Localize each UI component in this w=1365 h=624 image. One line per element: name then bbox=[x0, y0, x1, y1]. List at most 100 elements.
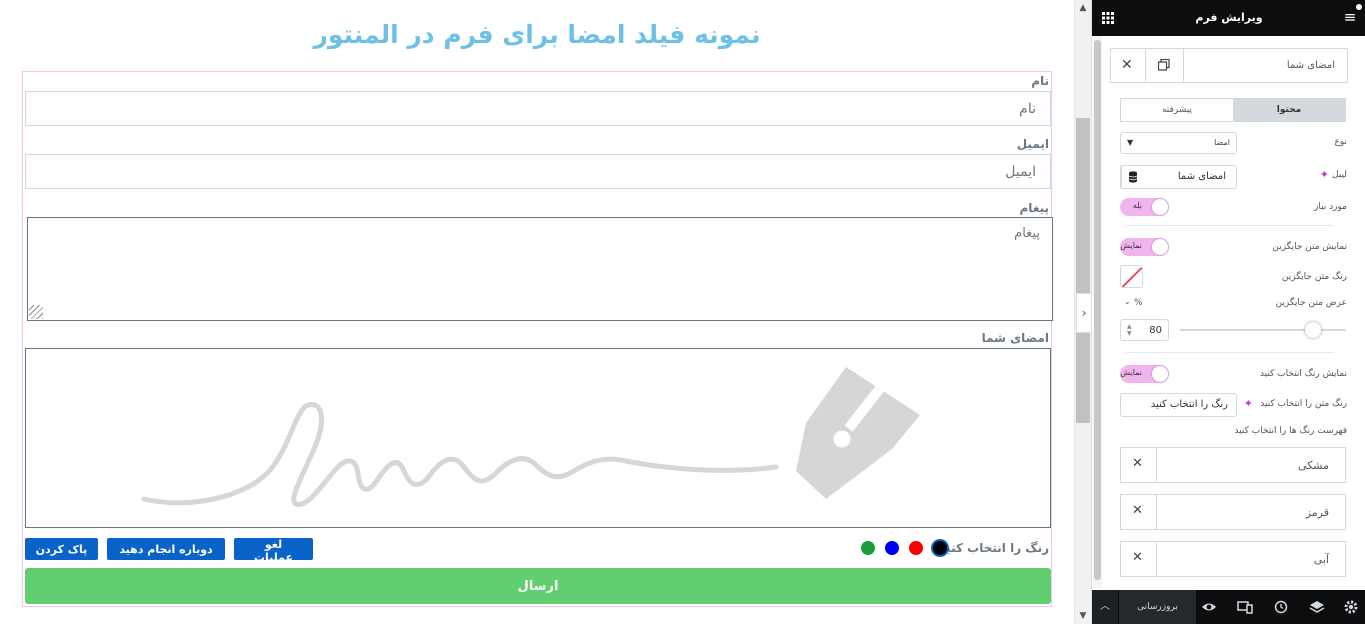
divider bbox=[1183, 49, 1184, 82]
name-label: نام bbox=[1031, 74, 1049, 88]
color-dot-green[interactable] bbox=[861, 541, 875, 555]
toggle-knob bbox=[1152, 199, 1168, 215]
show-color-picker-toggle[interactable]: نمایش bbox=[1120, 365, 1169, 383]
ai-sparkle-icon[interactable]: ✦ bbox=[1320, 168, 1329, 181]
ai-sparkle-icon[interactable]: ✦ bbox=[1244, 397, 1253, 410]
unit-chevron-down-icon[interactable]: ⌄ bbox=[1124, 297, 1131, 306]
scroll-up-icon[interactable]: ▲ bbox=[1075, 0, 1091, 16]
signature-controls: رنگ را انتخاب کنید لغو عملیات دوباره انج… bbox=[25, 538, 1049, 564]
required-toggle-text: بله bbox=[1132, 201, 1142, 210]
signature-label: امضای شما bbox=[981, 331, 1049, 345]
show-placeholder-label: نمایش متن جایگزین bbox=[1272, 242, 1347, 252]
editor-panel: ≡ ویرایش فرم امضای شما ✕ محتوا پیشرفته ن… bbox=[1091, 0, 1365, 624]
choose-color-text-label: رنگ متن را انتخاب کنید bbox=[1260, 399, 1347, 409]
panel-footer: ︿ بروزرسانی bbox=[1092, 590, 1365, 624]
email-label: ایمیل bbox=[1016, 137, 1049, 151]
form-widget[interactable]: نام ایمیل پیغام امضای شما bbox=[22, 71, 1053, 607]
name-input[interactable] bbox=[25, 91, 1051, 126]
divider bbox=[1145, 49, 1146, 82]
navigator-layers-icon[interactable] bbox=[1308, 598, 1326, 616]
remove-color-close-icon[interactable]: ✕ bbox=[1132, 550, 1143, 565]
remove-item-close-icon[interactable]: ✕ bbox=[1121, 57, 1133, 73]
signature-placeholder-icon bbox=[141, 367, 920, 507]
responsive-mode-icon[interactable] bbox=[1236, 598, 1254, 616]
required-toggle[interactable]: بله bbox=[1120, 198, 1169, 216]
no-color-slash-icon bbox=[1121, 267, 1142, 287]
repeater-item-header[interactable]: امضای شما ✕ bbox=[1110, 48, 1348, 83]
choose-color-label: رنگ را انتخاب کنید bbox=[939, 541, 1049, 555]
email-input[interactable] bbox=[25, 154, 1051, 189]
message-label: پیغام bbox=[1019, 201, 1049, 215]
remove-color-close-icon[interactable]: ✕ bbox=[1132, 456, 1143, 471]
field-label-value: امضای شما bbox=[1177, 171, 1226, 182]
panel-title: ویرایش فرم bbox=[1195, 11, 1263, 24]
panel-tabs: محتوا پیشرفته bbox=[1120, 98, 1346, 122]
resize-grip-icon[interactable] bbox=[29, 305, 43, 319]
tab-advanced[interactable]: پیشرفته bbox=[1121, 99, 1233, 121]
color-dot-black[interactable] bbox=[931, 539, 949, 557]
show-placeholder-toggle[interactable]: نمایش bbox=[1120, 238, 1169, 256]
placeholder-color-swatch[interactable] bbox=[1120, 265, 1143, 288]
width-number-value: 80 bbox=[1149, 325, 1162, 336]
placeholder-width-label: عرض متن جایگزین bbox=[1275, 298, 1347, 308]
divider bbox=[1126, 352, 1334, 353]
color-dot-blue[interactable] bbox=[885, 541, 899, 555]
color-item-name: مشکی bbox=[1298, 459, 1329, 472]
scroll-down-icon[interactable]: ▼ bbox=[1075, 608, 1091, 624]
width-slider-track[interactable] bbox=[1180, 329, 1346, 331]
page-title: نمونه فیلد امضا برای فرم در المنتور bbox=[313, 20, 761, 49]
widgets-grid-icon[interactable] bbox=[1102, 12, 1114, 24]
width-slider-handle[interactable] bbox=[1304, 322, 1321, 338]
undo-button[interactable]: لغو عملیات bbox=[234, 538, 313, 564]
color-list-item[interactable]: آبی ✕ bbox=[1120, 541, 1346, 577]
panel-scrollbar-thumb[interactable] bbox=[1094, 40, 1101, 580]
toggle-knob bbox=[1152, 366, 1168, 382]
divider bbox=[1156, 448, 1157, 482]
duplicate-icon[interactable] bbox=[1158, 59, 1170, 71]
divider bbox=[1126, 225, 1334, 226]
show-color-picker-toggle-text: نمایش bbox=[1120, 368, 1142, 377]
history-icon[interactable] bbox=[1272, 598, 1290, 616]
chevron-up-icon[interactable]: ︿ bbox=[1092, 590, 1118, 624]
type-label: نوع bbox=[1334, 137, 1347, 147]
remove-color-close-icon[interactable]: ✕ bbox=[1132, 503, 1143, 518]
color-item-name: آبی bbox=[1313, 553, 1329, 566]
color-list-item[interactable]: قرمز ✕ bbox=[1120, 494, 1346, 530]
choose-color-text-value: رنگ را انتخاب کنید bbox=[1150, 399, 1228, 410]
type-select[interactable]: امضا ▼ bbox=[1120, 132, 1237, 154]
required-label: مورد نیاز bbox=[1314, 202, 1347, 212]
tab-content[interactable]: محتوا bbox=[1233, 99, 1345, 121]
show-placeholder-toggle-text: نمایش bbox=[1120, 241, 1142, 250]
collapse-panel-chevron-icon[interactable]: › bbox=[1076, 293, 1091, 333]
submit-button[interactable]: ارسال bbox=[25, 568, 1051, 604]
editor-root: نمونه فیلد امضا برای فرم در المنتور نام … bbox=[0, 0, 1365, 624]
color-list-label: فهرست رنگ ها را انتخاب کنید bbox=[1234, 426, 1347, 436]
type-select-value: امضا bbox=[1214, 138, 1230, 147]
message-textarea[interactable] bbox=[27, 217, 1053, 321]
settings-gear-icon[interactable] bbox=[1342, 598, 1360, 616]
toggle-knob bbox=[1152, 239, 1168, 255]
update-button[interactable]: بروزرسانی bbox=[1119, 590, 1196, 624]
color-item-name: قرمز bbox=[1305, 506, 1329, 519]
scrollbar-thumb[interactable] bbox=[1076, 118, 1090, 423]
color-list-item[interactable]: مشکی ✕ bbox=[1120, 447, 1346, 483]
repeater-item-title: امضای شما bbox=[1286, 60, 1335, 71]
signature-pad[interactable] bbox=[25, 348, 1051, 528]
field-label-input[interactable]: امضای شما bbox=[1120, 165, 1237, 189]
panel-header: ≡ ویرایش فرم bbox=[1092, 0, 1365, 36]
color-dot-red[interactable] bbox=[909, 541, 923, 555]
divider bbox=[1156, 542, 1157, 576]
width-number-input[interactable]: 80 ▲ ▼ bbox=[1120, 319, 1169, 341]
message-field-wrap bbox=[25, 217, 1053, 321]
notification-dot-icon bbox=[1356, 4, 1362, 10]
panel-scrollbar[interactable] bbox=[1093, 36, 1102, 588]
preview-canvas: نمونه فیلد امضا برای فرم در المنتور نام … bbox=[0, 0, 1074, 624]
dynamic-tags-database-icon[interactable] bbox=[1121, 166, 1145, 188]
spinner-arrows-icon[interactable]: ▲ ▼ bbox=[1127, 323, 1132, 337]
field-label-label: لیبل bbox=[1332, 170, 1347, 180]
preview-eye-icon[interactable] bbox=[1200, 598, 1218, 616]
clear-button[interactable]: پاک کردن bbox=[25, 538, 98, 560]
choose-color-text-input[interactable]: رنگ را انتخاب کنید bbox=[1120, 393, 1237, 417]
width-unit-select[interactable]: % bbox=[1134, 298, 1143, 308]
redo-button[interactable]: دوباره انجام دهید bbox=[107, 538, 225, 560]
